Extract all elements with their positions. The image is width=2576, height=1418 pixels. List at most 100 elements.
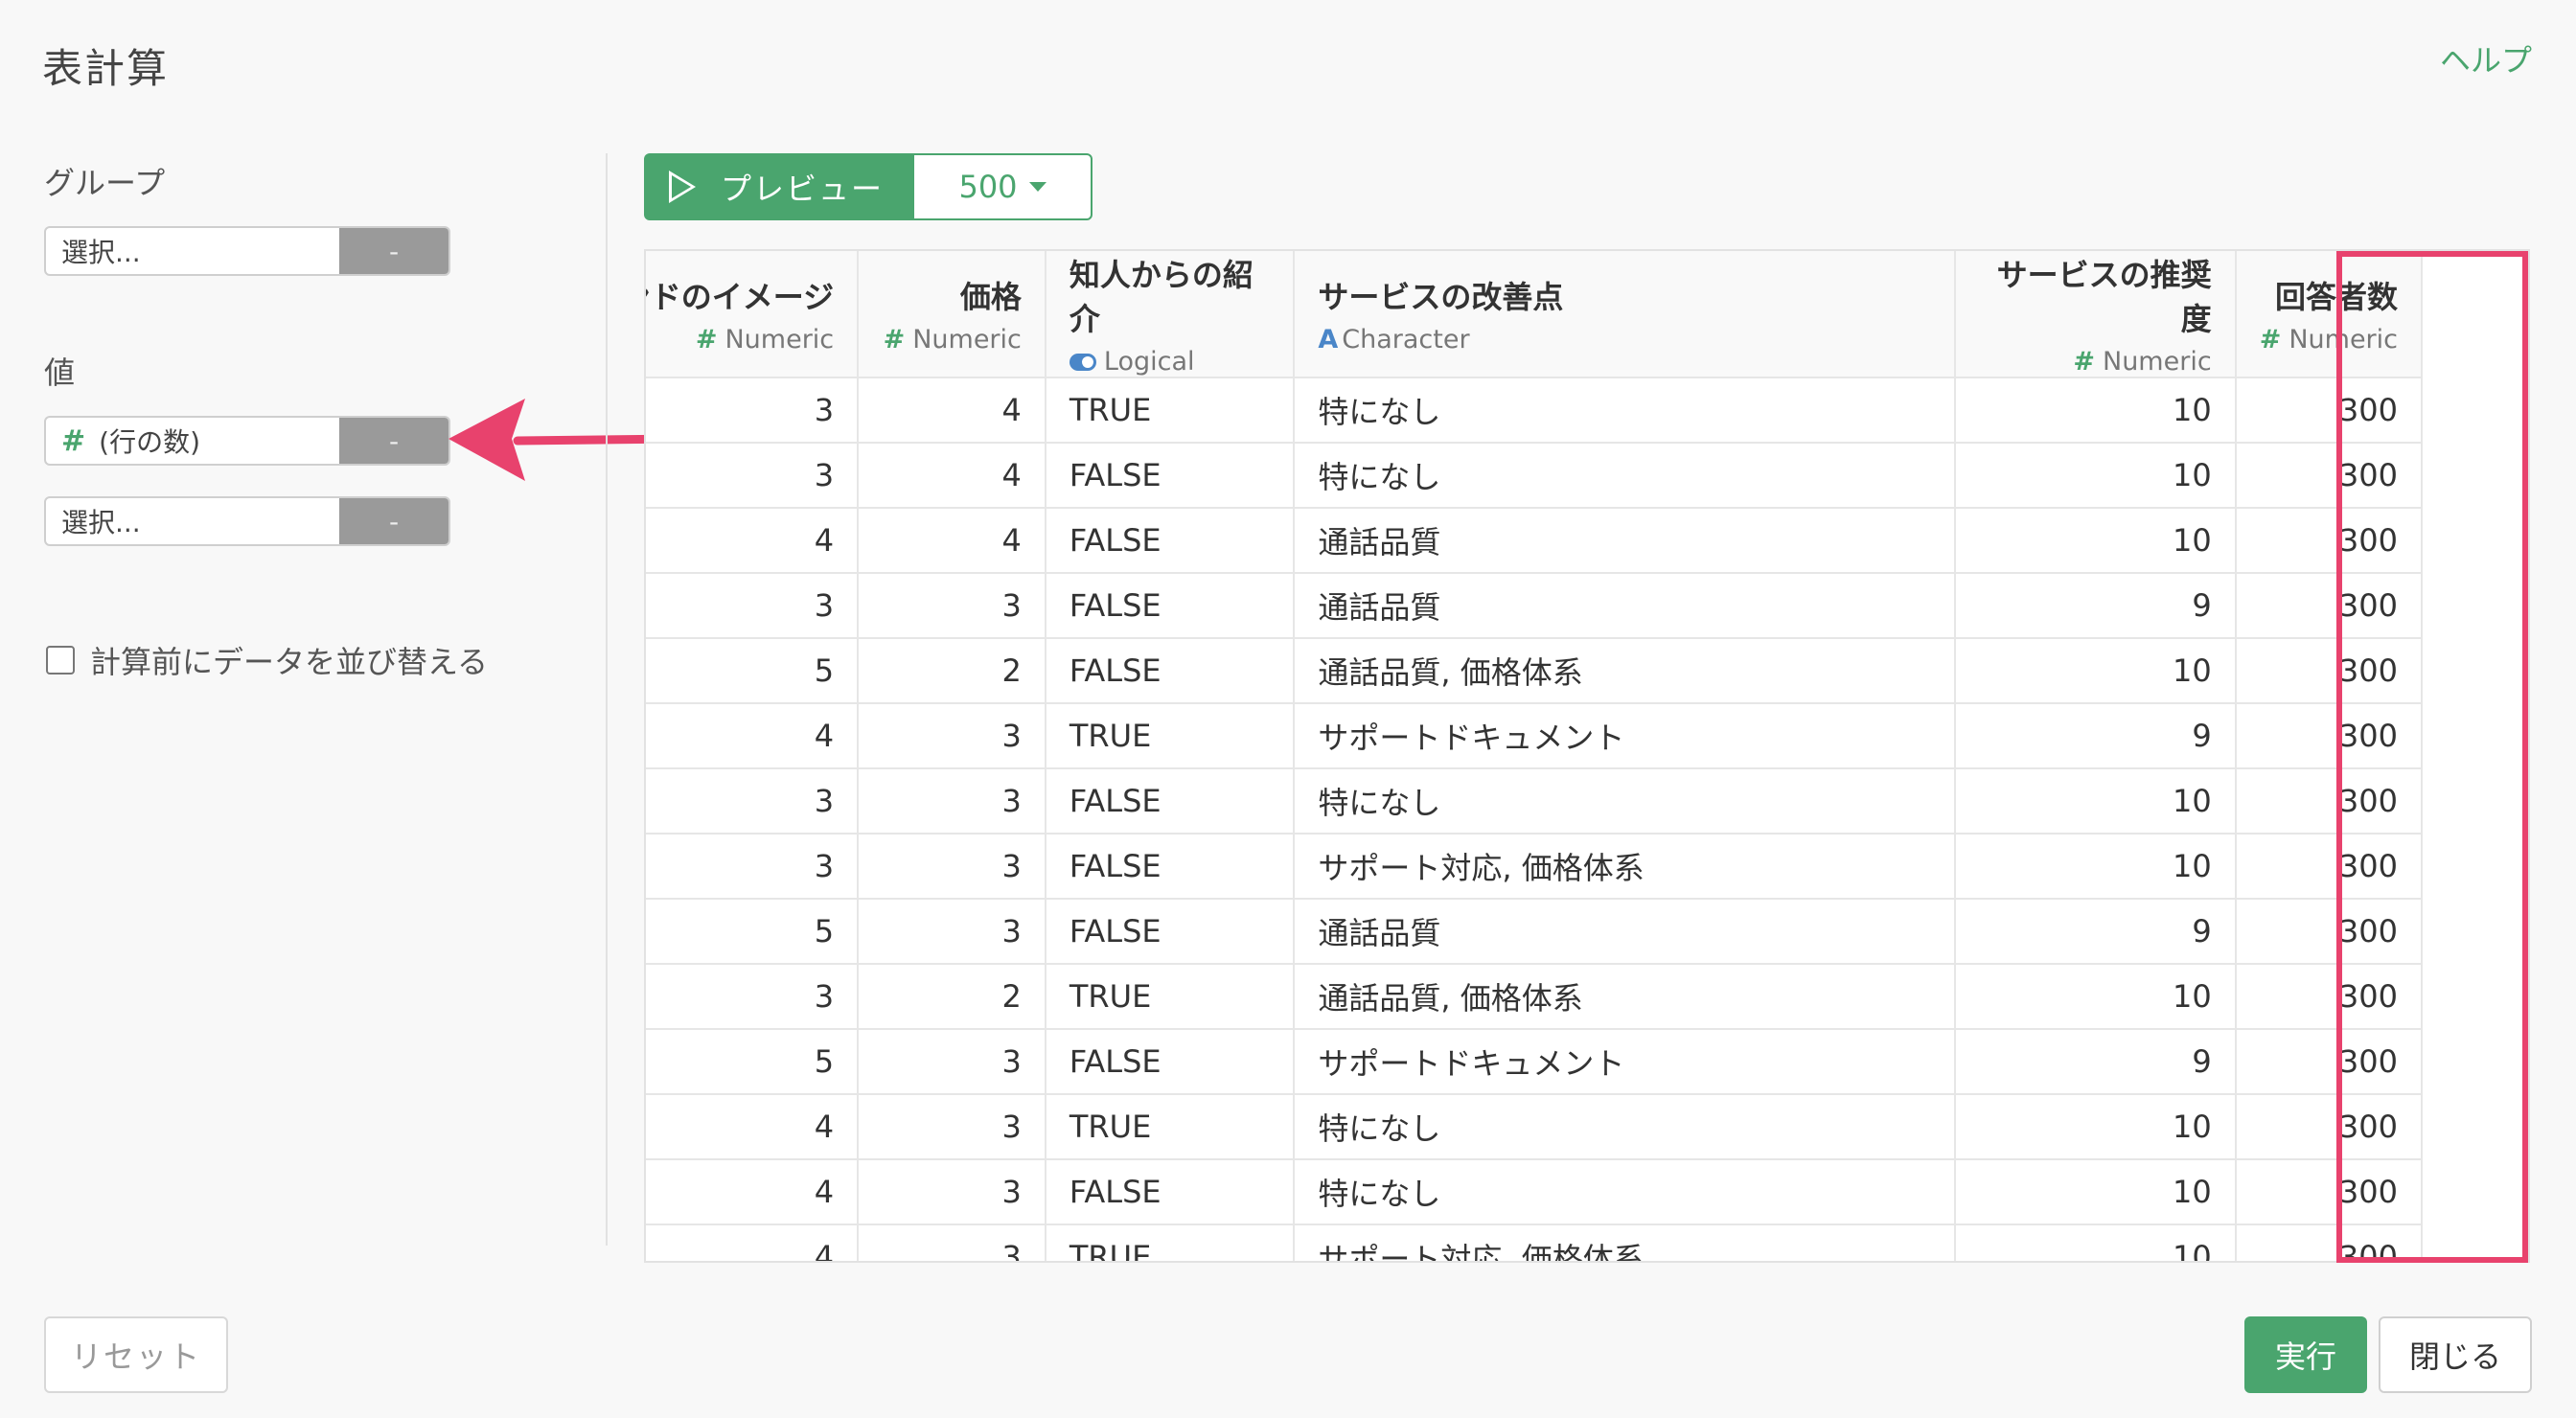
table-cell: 3 [646,377,860,444]
table-cell: FALSE [1045,1029,1296,1095]
value-select-empty[interactable]: 選択... - [44,496,450,546]
sort-checkbox-label: 計算前にデータを並び替える [90,644,489,680]
table-cell: 3 [858,899,1046,965]
run-button[interactable]: 実行 [2244,1316,2367,1393]
close-button[interactable]: 閉じる [2379,1316,2532,1393]
numeric-hash-icon: # [2073,347,2095,377]
group-select[interactable]: 選択... - [44,226,450,276]
group-select-placeholder: 選択... [61,237,141,268]
table-cell: 4 [858,377,1046,444]
table-cell: 4 [858,443,1046,509]
table-cell: FALSE [1045,638,1296,704]
group-select-field[interactable]: 選択... [46,228,339,274]
table-row: 4 4 FALSE 通話品質 10 300 [646,508,2424,574]
table-cell: 10 [1955,377,2237,444]
table-cell: 4 [858,508,1046,574]
table-cell: 通話品質, 価格体系 [1294,638,1957,704]
value-select-field[interactable]: # (行の数) [46,418,339,464]
value-remove-button[interactable]: - [339,418,448,464]
column-header[interactable]: 知人からの紹介 Logical [1045,251,1296,378]
table-cell: 9 [1955,1029,2237,1095]
column-name: サービスの改善点 [1318,279,1564,315]
column-header[interactable]: 回答者数 # Numeric [2235,251,2424,378]
preview-rows-value: 500 [958,169,1018,205]
column-header[interactable]: ンドのイメージ #Numeric [646,251,860,378]
character-a-icon: A [1318,325,1339,354]
preview-rows-select[interactable]: 500 [912,153,1092,220]
table-cell: 5 [646,638,860,704]
table-cell: FALSE [1045,508,1296,574]
table-row: 5 3 FALSE 通話品質 9 300 [646,899,2424,965]
column-header[interactable]: サービスの推奨度 # Numeric [1955,251,2237,378]
table-cell: 300 [2235,899,2424,965]
table-cell: サポートドキュメント [1294,703,1957,769]
column-name: 回答者数 [2274,279,2398,315]
help-link[interactable]: ヘルプ [2440,36,2532,80]
column-type: Character [1342,325,1470,354]
table-cell: 10 [1955,834,2237,900]
table-cell: 10 [1955,1094,2237,1160]
table-cell: 300 [2235,638,2424,704]
preview-table[interactable]: ンドのイメージ #Numeric 価格 #Numeric 知人からの紹介 Log… [644,249,2530,1263]
table-calculation-dialog: 表計算 ヘルプ グループ 選択... - 値 # (行の数) - 選択... -… [0,0,2576,1418]
table-cell: 9 [1955,573,2237,639]
table-cell: 10 [1955,1159,2237,1225]
column-type: Numeric [724,325,835,354]
table-cell: TRUE [1045,703,1296,769]
table-header-row: ンドのイメージ #Numeric 価格 #Numeric 知人からの紹介 Log… [646,251,2424,378]
table-cell: 300 [2235,1029,2424,1095]
table-cell: TRUE [1045,1224,1296,1261]
table-cell: 特になし [1294,377,1957,444]
reset-button[interactable]: リセット [44,1316,228,1393]
table-cell: 3 [646,834,860,900]
table-cell: 300 [2235,768,2424,835]
column-type: Numeric [2288,325,2398,354]
table-cell: FALSE [1045,899,1296,965]
table-row: 4 3 FALSE 特になし 10 300 [646,1159,2424,1225]
table-cell: 3 [858,1029,1046,1095]
column-type: Numeric [912,325,1022,354]
table-cell: FALSE [1045,443,1296,509]
sort-checkbox[interactable] [46,646,75,675]
table-cell: 9 [1955,899,2237,965]
group-label: グループ [44,165,166,201]
preview-button[interactable]: プレビュー [644,153,912,220]
table-cell: 3 [646,573,860,639]
table-cell: 10 [1955,638,2237,704]
table-row: 4 3 TRUE サポートドキュメント 9 300 [646,703,2424,769]
column-header[interactable]: 価格 # Numeric [858,251,1046,378]
table-cell: 特になし [1294,1159,1957,1225]
table-cell: FALSE [1045,1159,1296,1225]
table-cell: サポートドキュメント [1294,1029,1957,1095]
table-row: 3 3 FALSE 通話品質 9 300 [646,573,2424,639]
table-cell: 3 [858,1159,1046,1225]
numeric-hash-icon: # [2259,325,2282,354]
table-cell: 3 [858,1224,1046,1261]
table-cell: 300 [2235,703,2424,769]
table-cell: 300 [2235,377,2424,444]
value-label: 値 [44,354,76,391]
value-select-text: 選択... [61,507,141,538]
table-cell: 通話品質 [1294,899,1957,965]
table-cell: 10 [1955,1224,2237,1261]
table-cell: 9 [1955,703,2237,769]
table-cell: 通話品質 [1294,573,1957,639]
table-cell: TRUE [1045,377,1296,444]
table-cell: 通話品質, 価格体系 [1294,964,1957,1030]
play-icon [669,171,696,203]
value-select-text: (行の数) [99,426,200,458]
value-select-field[interactable]: 選択... [46,498,339,544]
value-remove-button[interactable]: - [339,498,448,544]
table-cell: FALSE [1045,573,1296,639]
table-cell: 10 [1955,508,2237,574]
value-select-row-count[interactable]: # (行の数) - [44,416,450,466]
table-cell: 通話品質 [1294,508,1957,574]
table-cell: 3 [646,768,860,835]
sort-before-calc-option[interactable]: 計算前にデータを並び替える [46,638,488,682]
table-cell: 10 [1955,443,2237,509]
group-remove-button[interactable]: - [339,228,448,274]
column-header[interactable]: サービスの改善点 A Character [1294,251,1957,378]
table-row: 5 2 FALSE 通話品質, 価格体系 10 300 [646,638,2424,704]
chevron-down-icon [1028,182,1046,192]
table-cell: 3 [858,573,1046,639]
